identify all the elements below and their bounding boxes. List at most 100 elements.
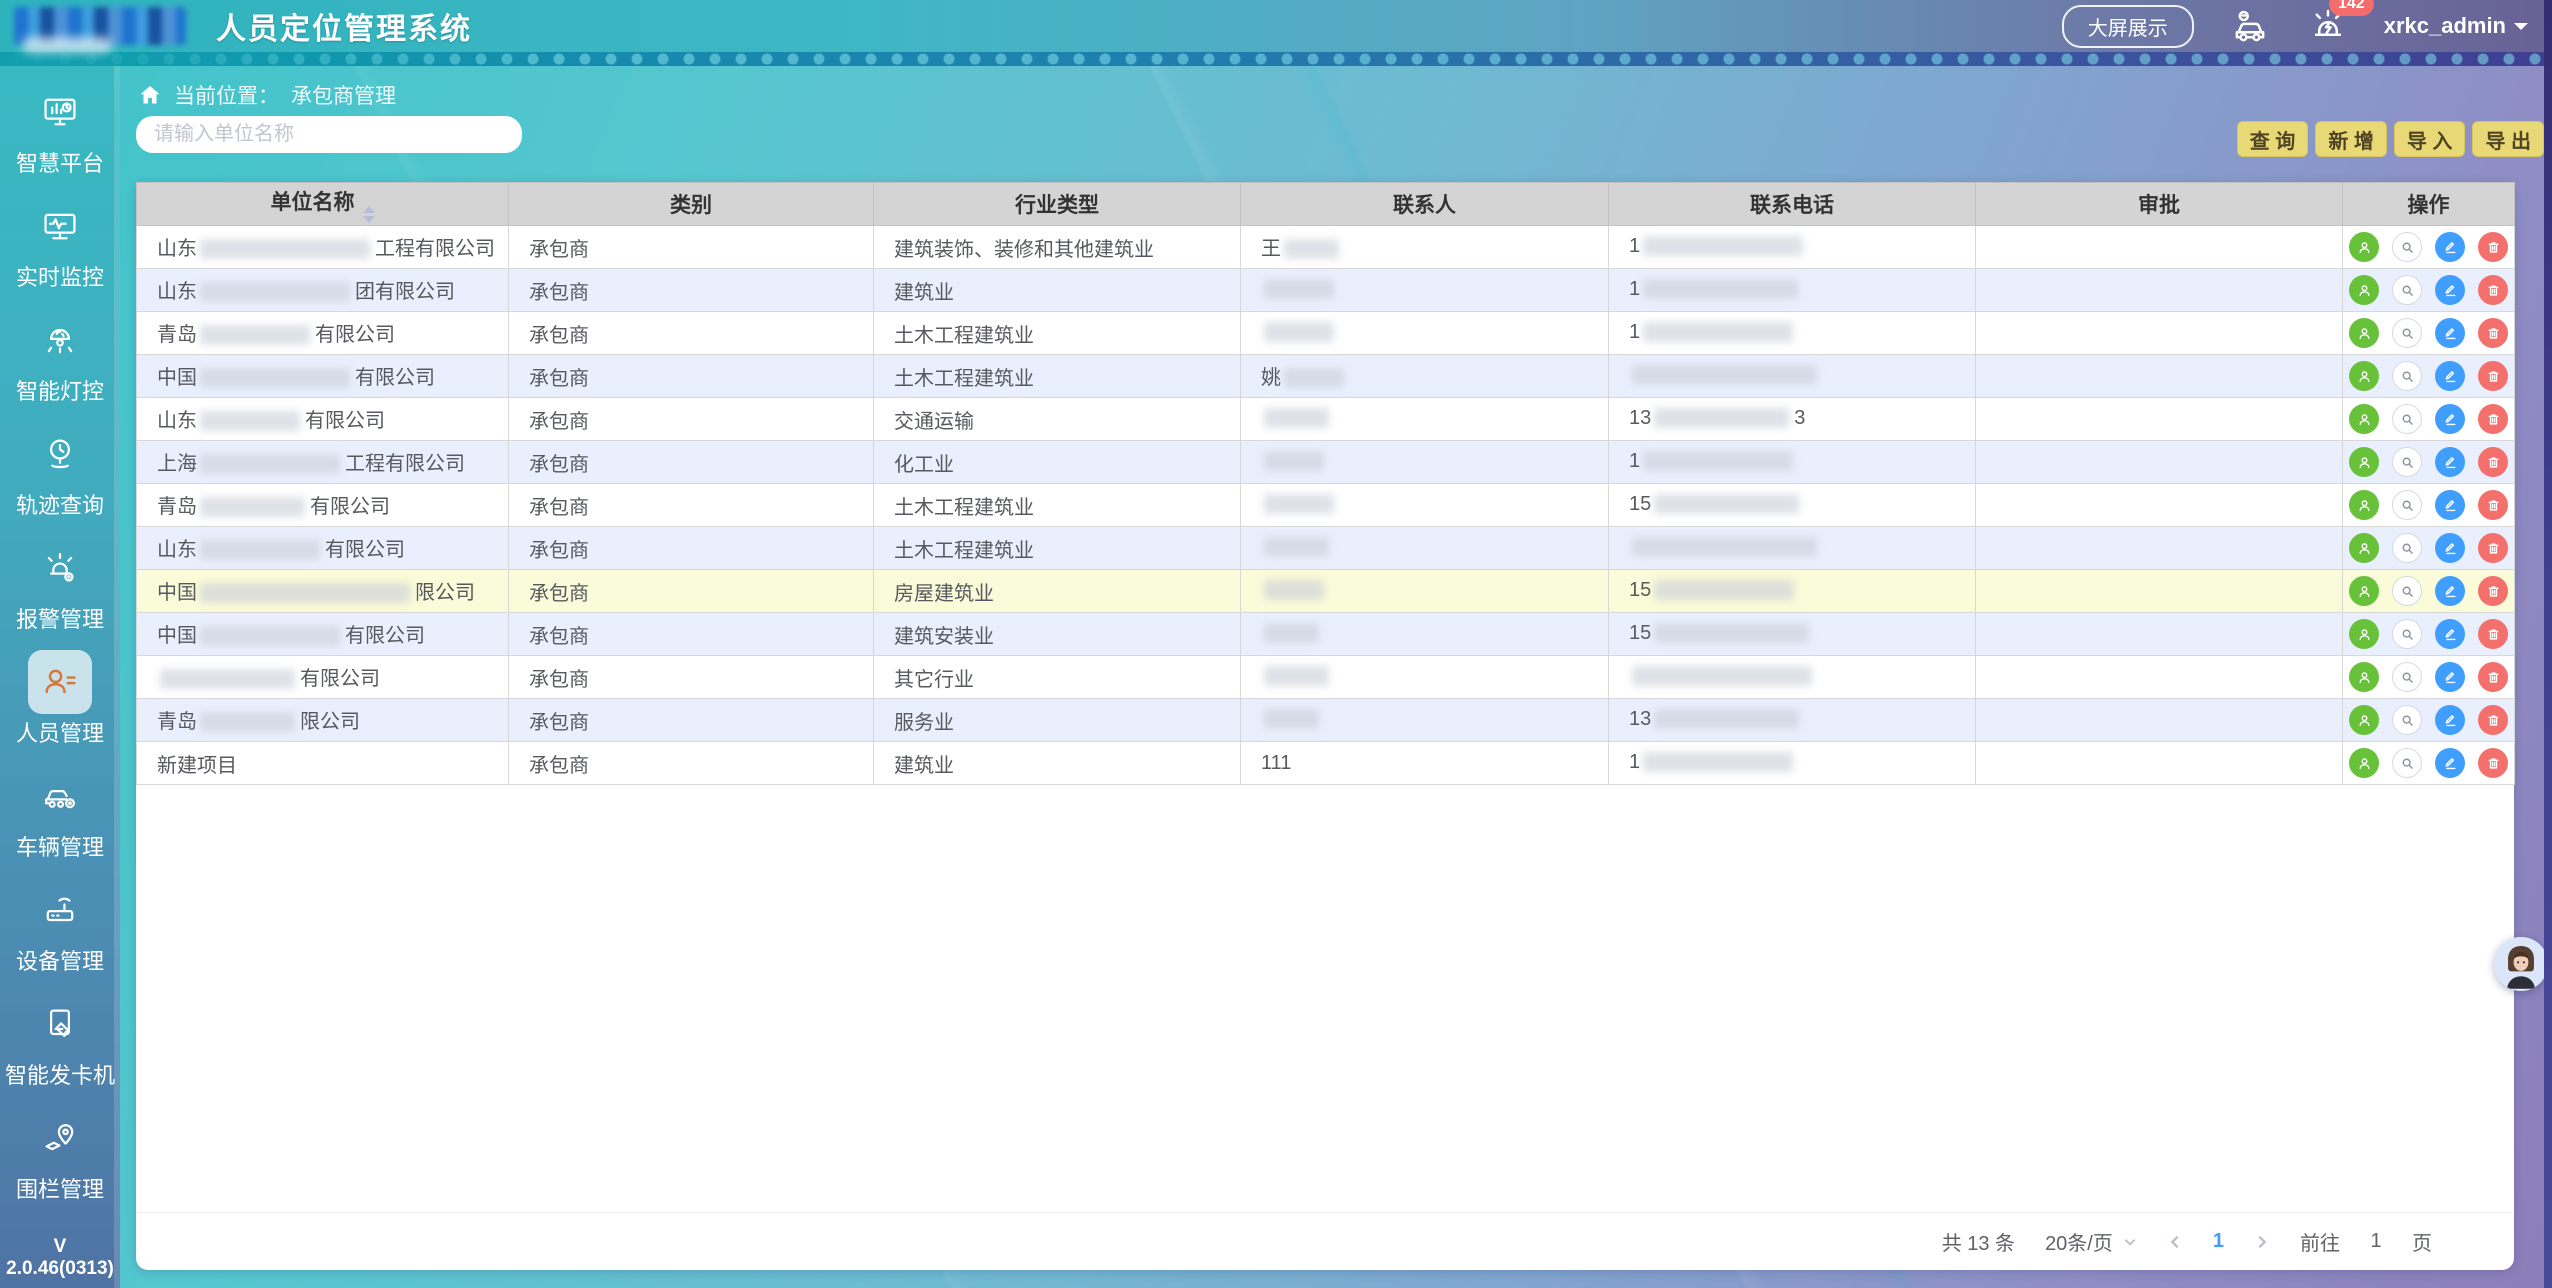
personnel-action-button[interactable] [2349,533,2379,563]
view-action-button[interactable] [2392,318,2422,348]
personnel-action-button[interactable] [2349,705,2379,735]
cell-phone [1609,656,1976,699]
edit-action-button[interactable] [2435,490,2465,520]
delete-action-button[interactable] [2478,705,2508,735]
home-icon [138,83,162,107]
delete-action-button[interactable] [2478,361,2508,391]
vehicle-icon[interactable] [2228,6,2272,46]
prev-page-button[interactable] [2167,1234,2183,1250]
view-action-button[interactable] [2392,490,2422,520]
delete-action-button[interactable] [2478,404,2508,434]
sidebar-item-9[interactable]: 围栏管理 [0,1106,120,1220]
sidebar-item-0[interactable]: 智慧平台 [0,80,120,194]
delete-action-button[interactable] [2478,275,2508,305]
cell-approval [1976,398,2343,441]
delete-action-button[interactable] [2478,318,2508,348]
person-icon [2356,325,2373,342]
personnel-action-button[interactable] [2349,447,2379,477]
view-action-button[interactable] [2392,748,2422,778]
view-action-button[interactable] [2392,619,2422,649]
delete-action-button[interactable] [2478,576,2508,606]
search-input[interactable] [136,116,522,153]
cell-company-name: 山东有限公司 [137,527,509,570]
delete-action-button[interactable] [2478,748,2508,778]
edit-action-button[interactable] [2435,275,2465,305]
cell-contact [1241,570,1609,613]
next-page-button[interactable] [2254,1234,2270,1250]
edit-action-button[interactable] [2435,447,2465,477]
personnel-action-button[interactable] [2349,404,2379,434]
sort-icon[interactable] [363,206,375,223]
person-icon [2356,497,2373,514]
sidebar-item-3[interactable]: 轨迹查询 [0,422,120,536]
sidebar-item-1[interactable]: 实时监控 [0,194,120,308]
big-screen-button[interactable]: 大屏展示 [2062,5,2194,48]
cell-approval [1976,527,2343,570]
personnel-action-button[interactable] [2349,232,2379,262]
personnel-action-button[interactable] [2349,619,2379,649]
user-menu[interactable]: xrkc_admin [2384,13,2528,39]
delete-action-button[interactable] [2478,447,2508,477]
sidebar-item-4[interactable]: 报警管理 [0,536,120,650]
view-action-button[interactable] [2392,275,2422,305]
alarm-siren-icon[interactable]: 142 [2306,6,2350,46]
table-row: 有限公司承包商其它行业 [137,656,2515,699]
table-row: 山东有限公司承包商土木工程建筑业 [137,527,2515,570]
cell-phone: 1 [1609,742,1976,785]
export-button[interactable]: 导 出 [2472,121,2544,157]
add-button[interactable]: 新 增 [2315,121,2387,157]
personnel-action-button[interactable] [2349,576,2379,606]
redacted-text [1654,494,1799,514]
view-action-button[interactable] [2392,232,2422,262]
personnel-action-button[interactable] [2349,748,2379,778]
edit-action-button[interactable] [2435,662,2465,692]
cell-category: 承包商 [509,570,874,613]
delete-action-button[interactable] [2478,619,2508,649]
personnel-action-button[interactable] [2349,662,2379,692]
redacted-text [1632,666,1812,686]
personnel-action-button[interactable] [2349,490,2379,520]
cell-phone: 1 [1609,226,1976,269]
edit-action-button[interactable] [2435,576,2465,606]
personnel-action-button[interactable] [2349,318,2379,348]
current-page[interactable]: 1 [2213,1230,2224,1253]
edit-action-button[interactable] [2435,619,2465,649]
realtime-monitor-icon [28,194,92,258]
cell-industry: 土木工程建筑业 [874,355,1241,398]
edit-action-button[interactable] [2435,404,2465,434]
sidebar-item-label: 车辆管理 [16,830,104,862]
search-button[interactable]: 查 询 [2237,121,2309,157]
view-action-button[interactable] [2392,533,2422,563]
edit-action-button[interactable] [2435,232,2465,262]
personnel-action-button[interactable] [2349,361,2379,391]
edit-action-button[interactable] [2435,361,2465,391]
view-action-button[interactable] [2392,662,2422,692]
edit-action-button[interactable] [2435,705,2465,735]
delete-action-button[interactable] [2478,232,2508,262]
edit-action-button[interactable] [2435,533,2465,563]
edit-action-button[interactable] [2435,318,2465,348]
view-action-button[interactable] [2392,576,2422,606]
view-action-button[interactable] [2392,705,2422,735]
sidebar-item-6[interactable]: 车辆管理 [0,764,120,878]
sidebar-item-7[interactable]: 设备管理 [0,878,120,992]
assistant-avatar[interactable] [2494,937,2548,991]
page-size-select[interactable]: 20条/页 [2045,1227,2137,1256]
personnel-action-button[interactable] [2349,275,2379,305]
view-action-button[interactable] [2392,447,2422,477]
company-name-suffix: 有限公司 [300,668,380,690]
delete-action-button[interactable] [2478,662,2508,692]
import-button[interactable]: 导 入 [2394,121,2466,157]
edit-action-button[interactable] [2435,748,2465,778]
delete-action-button[interactable] [2478,533,2508,563]
scrollbar-strip[interactable] [2544,0,2552,1288]
page-jump-input[interactable] [2354,1230,2398,1253]
view-action-button[interactable] [2392,404,2422,434]
sidebar-item-2[interactable]: 智能灯控 [0,308,120,422]
cell-category: 承包商 [509,398,874,441]
column-header-6: 操作 [2343,183,2515,226]
delete-action-button[interactable] [2478,490,2508,520]
view-action-button[interactable] [2392,361,2422,391]
sidebar-item-8[interactable]: 智能发卡机 [0,992,120,1106]
sidebar-item-5[interactable]: 人员管理 [0,650,120,764]
